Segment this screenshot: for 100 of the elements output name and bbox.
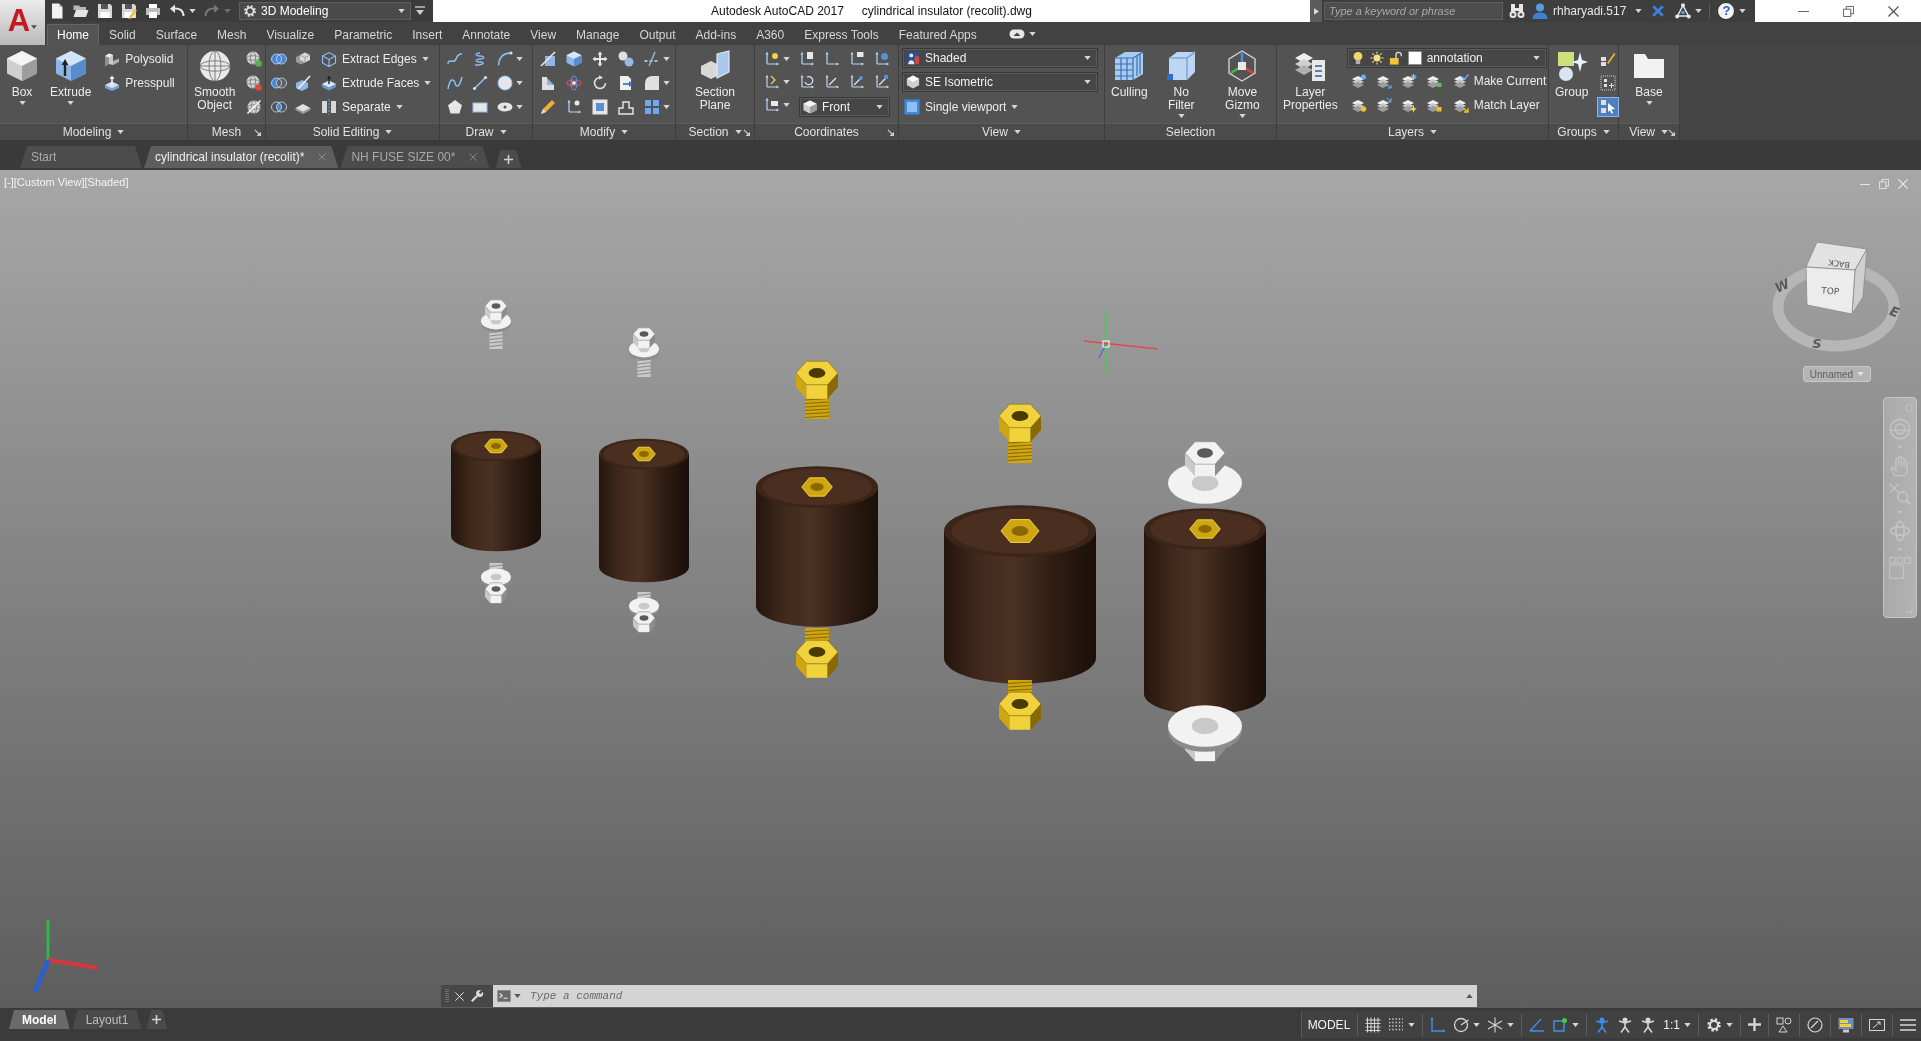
axes-icon[interactable]: [849, 74, 865, 90]
annotation-scale[interactable]: 1:1: [1663, 1017, 1680, 1032]
expand-triangle-icon[interactable]: [1313, 7, 1319, 15]
ribbon-button[interactable]: Smooth Object: [191, 48, 239, 124]
move-arrows-icon[interactable]: [592, 51, 608, 67]
slash-square-icon[interactable]: [540, 51, 556, 67]
binoculars-icon[interactable]: [1509, 3, 1525, 19]
overlapping-circles-icon[interactable]: [271, 75, 287, 91]
overlapping-circles-icon[interactable]: [271, 99, 287, 115]
dropdown[interactable]: annotation: [1346, 48, 1547, 68]
ribbon-button[interactable]: Polysolid: [102, 48, 177, 70]
caret-icon[interactable]: [783, 103, 790, 107]
new-file-icon[interactable]: [49, 3, 65, 19]
search-field[interactable]: Type a keyword or phrase: [1324, 2, 1503, 20]
dropdown[interactable]: SE Isometric: [902, 72, 1098, 92]
pentagon-icon[interactable]: [447, 99, 463, 115]
caret-bar-icon[interactable]: [415, 6, 425, 16]
nested-squares-icon[interactable]: [592, 99, 608, 115]
diagonal-arrow-icon[interactable]: [743, 128, 750, 136]
ribbon-tab[interactable]: Visualize: [256, 24, 325, 45]
ribbon-button[interactable]: Base: [1630, 48, 1668, 124]
axes-icon[interactable]: [874, 51, 890, 67]
globe-icon[interactable]: [246, 75, 263, 91]
ribbon-tab[interactable]: View: [520, 24, 567, 45]
right-angle-icon[interactable]: [1430, 1016, 1447, 1033]
restore-icon[interactable]: [1843, 5, 1854, 17]
ribbon-button[interactable]: No Filter: [1156, 48, 1206, 124]
prompt-icon[interactable]: [497, 989, 511, 1003]
layers-icon[interactable]: [1425, 73, 1442, 89]
overlapping-circles-icon[interactable]: [271, 51, 287, 67]
ribbon-tab[interactable]: A360: [746, 24, 795, 45]
caret-icon[interactable]: [514, 994, 521, 998]
angle-icon[interactable]: [1529, 1016, 1546, 1033]
stacked-boxes-icon[interactable]: [295, 51, 311, 67]
ribbon-button[interactable]: Section Plane: [683, 48, 747, 124]
plus-icon[interactable]: [1748, 1018, 1761, 1031]
snap-square-icon[interactable]: [1552, 1016, 1569, 1033]
circle-icon[interactable]: [497, 75, 513, 91]
ribbon-button[interactable]: Layer Properties: [1280, 48, 1341, 124]
open-folder-icon[interactable]: [73, 3, 89, 19]
document-tab[interactable]: cylindrical insulator (recolit)*: [144, 146, 339, 168]
ribbon-tab[interactable]: Output: [629, 24, 686, 45]
ribbon-tab[interactable]: Manage: [566, 24, 630, 45]
caret-icon[interactable]: [117, 130, 125, 135]
crossed-lines-icon[interactable]: [1487, 1016, 1504, 1033]
application-menu-button[interactable]: A: [0, 0, 45, 45]
ribbon-button[interactable]: Single viewport: [902, 96, 1101, 118]
command-input[interactable]: Type a command: [530, 990, 1463, 1002]
rounded-corner-icon[interactable]: [644, 75, 660, 91]
axes-icon[interactable]: [764, 74, 780, 90]
ribbon-tab[interactable]: Insert: [402, 24, 453, 45]
cube-icon[interactable]: [566, 51, 582, 67]
grid-icon[interactable]: [1365, 1016, 1382, 1033]
workspace-dropdown[interactable]: 3D Modeling: [239, 2, 411, 20]
array-icon[interactable]: [644, 99, 660, 115]
axes-icon[interactable]: [566, 99, 582, 115]
new-layout-button[interactable]: [146, 1010, 168, 1029]
caret-icon[interactable]: [499, 130, 507, 135]
help-button[interactable]: ?: [1717, 2, 1736, 20]
caret-icon[interactable]: [663, 105, 670, 109]
figure-icon[interactable]: [1594, 1016, 1611, 1033]
ribbon-button[interactable]: Match Layer: [1450, 94, 1542, 116]
ribbon-tab[interactable]: Annotate: [452, 24, 521, 45]
caret-icon[interactable]: [1430, 130, 1437, 135]
axes-icon[interactable]: [799, 74, 815, 90]
ribbon-button[interactable]: Separate: [319, 96, 434, 118]
user-icon[interactable]: [1532, 3, 1548, 19]
gear-icon[interactable]: [1706, 1016, 1722, 1033]
caret-icon[interactable]: [1572, 1022, 1580, 1027]
menu-icon[interactable]: [1900, 1016, 1916, 1033]
orbit-rings-icon[interactable]: [566, 75, 582, 91]
save-as-icon[interactable]: [121, 3, 137, 19]
caret-icon[interactable]: [1028, 32, 1036, 36]
printer-icon[interactable]: [145, 3, 161, 19]
axes-icon[interactable]: [874, 74, 890, 90]
axes-icon[interactable]: [824, 74, 840, 90]
globe-icon[interactable]: [246, 99, 263, 115]
caret-icon[interactable]: [1695, 9, 1703, 13]
layers-icon[interactable]: [1350, 73, 1367, 89]
caret-icon[interactable]: [1661, 130, 1668, 135]
save-icon[interactable]: [97, 3, 113, 19]
fullscreen-icon[interactable]: [1869, 1016, 1885, 1033]
figure-icon[interactable]: [1617, 1016, 1634, 1033]
layers-icon[interactable]: [1400, 97, 1417, 113]
caret-icon[interactable]: [516, 105, 523, 109]
dropdown[interactable]: Front: [799, 97, 890, 117]
dropdown[interactable]: Shaded: [902, 48, 1098, 68]
ribbon-button[interactable]: Extrude: [47, 48, 95, 124]
ribbon-tab[interactable]: Featured Apps: [888, 24, 987, 45]
layout-tab[interactable]: Layout1: [72, 1010, 142, 1029]
page-arrow-icon[interactable]: [618, 75, 634, 91]
user-name[interactable]: rhharyadi.517: [1553, 4, 1627, 18]
caret-icon[interactable]: [1473, 1022, 1481, 1027]
document-tab[interactable]: Start: [20, 146, 142, 168]
caret-icon[interactable]: [1408, 1022, 1416, 1027]
wave-line-icon[interactable]: [447, 75, 463, 91]
caret-icon[interactable]: [1507, 1022, 1515, 1027]
ribbon-button[interactable]: Group: [1552, 48, 1592, 124]
layers-icon[interactable]: [1425, 97, 1442, 113]
dashed-line-icon[interactable]: [644, 51, 660, 67]
